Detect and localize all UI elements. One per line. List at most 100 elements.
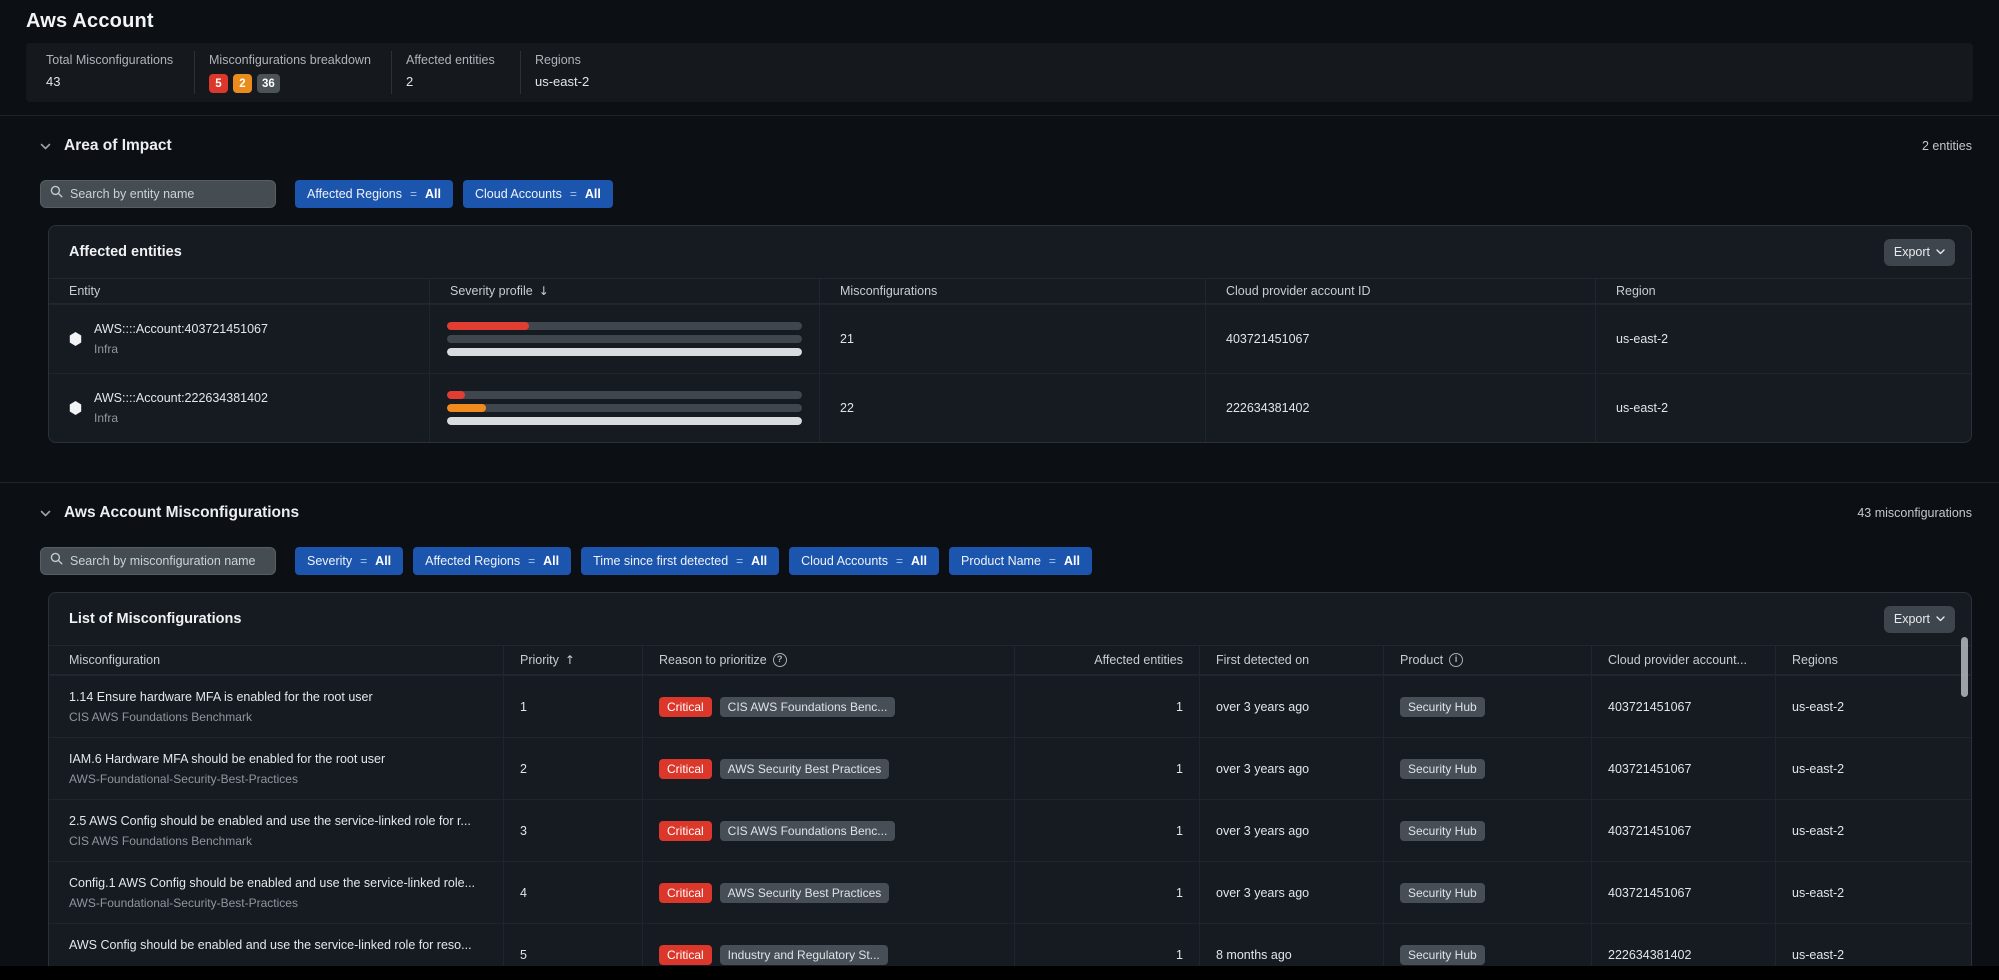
misconfiguration-search-input[interactable]: [70, 554, 266, 568]
severity-badge: Critical: [659, 759, 712, 779]
misconfiguration-row[interactable]: 2.5 AWS Config should be enabled and use…: [49, 799, 1971, 861]
column-cloud-provider-account-id: Cloud provider account ID: [1205, 279, 1595, 303]
affected-entities-cell: 1: [1014, 738, 1199, 799]
severity-badge: Critical: [659, 883, 712, 903]
search-icon: [50, 185, 63, 203]
entity-type: Infra: [94, 411, 268, 425]
account-id-cell: 403721451067: [1205, 305, 1595, 373]
entity-cell: AWS::::Account:403721451067 Infra: [49, 305, 429, 373]
severity-breakdown-badges: 5 2 36: [209, 74, 377, 93]
column-regions: Regions: [1775, 646, 1971, 674]
misconfiguration-name[interactable]: IAM.6 Hardware MFA should be enabled for…: [69, 752, 385, 766]
column-region: Region: [1595, 279, 1971, 303]
info-icon[interactable]: i: [1449, 653, 1463, 667]
product-badge: Security Hub: [1400, 821, 1485, 841]
framework-name: CIS AWS Foundations Benchmark: [69, 710, 373, 724]
framework-name: AWS-Foundational-Security-Best-Practices: [69, 896, 475, 910]
filter-pill[interactable]: Severity = All: [295, 547, 403, 575]
stat-affected-entities: Affected entities 2: [392, 43, 520, 102]
misconfiguration-search[interactable]: [40, 547, 276, 575]
product-badge: Security Hub: [1400, 945, 1485, 965]
stats-panel: Total Misconfigurations 43 Misconfigurat…: [26, 43, 1973, 102]
severity-badge: Critical: [659, 697, 712, 717]
filter-pill[interactable]: Cloud Accounts = All: [463, 180, 613, 208]
product-badge: Security Hub: [1400, 883, 1485, 903]
column-entity: Entity: [49, 279, 429, 303]
reason-badge: CIS AWS Foundations Benc...: [720, 821, 896, 841]
misconfigurations-count: 43 misconfigurations: [1857, 506, 1972, 520]
severity-count-badge: 36: [257, 74, 280, 93]
chevron-down-icon[interactable]: [40, 137, 51, 155]
severity-bars: [447, 322, 802, 356]
misconfiguration-name[interactable]: Config.1 AWS Config should be enabled an…: [69, 876, 475, 890]
entity-filters: Affected Regions = All Cloud Accounts = …: [295, 180, 613, 208]
export-button[interactable]: Export: [1884, 239, 1955, 266]
column-severity-profile[interactable]: Severity profile↓: [429, 279, 819, 303]
misconfiguration-cell: IAM.6 Hardware MFA should be enabled for…: [49, 738, 503, 799]
filter-pill[interactable]: Affected Regions = All: [295, 180, 453, 208]
entity-cell: AWS::::Account:222634381402 Infra: [49, 374, 429, 442]
stat-total-misconfigurations: Total Misconfigurations 43: [32, 43, 194, 102]
misconfiguration-name[interactable]: AWS Config should be enabled and use the…: [69, 938, 472, 952]
section-title: Aws Account Misconfigurations: [64, 504, 299, 522]
stat-label: Total Misconfigurations: [46, 53, 180, 67]
first-detected-cell: over 3 years ago: [1199, 676, 1383, 737]
section-header: Area of Impact 2 entities: [40, 137, 1972, 155]
misconfigurations-section: Aws Account Misconfigurations 43 misconf…: [0, 482, 1999, 980]
page-title: Aws Account: [0, 0, 1999, 33]
entity-type: Infra: [94, 342, 268, 356]
column-reason-to-prioritize: Reason to prioritize?: [642, 646, 1014, 674]
column-misconfiguration: Misconfiguration: [49, 646, 503, 674]
entity-search[interactable]: [40, 180, 276, 208]
entities-count: 2 entities: [1922, 139, 1972, 153]
filter-pill[interactable]: Cloud Accounts = All: [789, 547, 939, 575]
severity-profile-cell: [429, 374, 819, 442]
account-id-cell: 403721451067: [1591, 800, 1775, 861]
severity-count-badge: 2: [233, 74, 252, 93]
chevron-down-icon[interactable]: [40, 504, 51, 522]
misconfiguration-cell: 2.5 AWS Config should be enabled and use…: [49, 800, 503, 861]
misconfiguration-name[interactable]: 1.14 Ensure hardware MFA is enabled for …: [69, 690, 373, 704]
help-icon[interactable]: ?: [773, 653, 787, 667]
entity-search-input[interactable]: [70, 187, 266, 201]
column-affected-entities: Affected entities: [1014, 646, 1199, 674]
card-title: Affected entities: [69, 244, 182, 260]
misconfiguration-row[interactable]: IAM.6 Hardware MFA should be enabled for…: [49, 737, 1971, 799]
framework-name: CIS AWS Foundations Benchmark: [69, 834, 471, 848]
entity-name[interactable]: AWS::::Account:403721451067: [94, 322, 268, 336]
severity-badge: Critical: [659, 821, 712, 841]
severity-badge: Critical: [659, 945, 712, 965]
vertical-scrollbar-thumb[interactable]: [1961, 637, 1968, 697]
regions-cell: us-east-2: [1775, 738, 1971, 799]
entity-name[interactable]: AWS::::Account:222634381402: [94, 391, 268, 405]
area-of-impact-section: Area of Impact 2 entities Affected Regio…: [0, 115, 1999, 469]
sort-ascending-icon: ↑: [565, 653, 575, 667]
affected-entities-card: Affected entities Export Entity Severity…: [48, 225, 1972, 443]
entity-row[interactable]: AWS::::Account:403721451067 Infra 21 403…: [49, 304, 1971, 373]
misconfigurations-list-card: List of Misconfigurations Export Misconf…: [48, 592, 1972, 980]
column-priority[interactable]: Priority↑: [503, 646, 642, 674]
filter-pill[interactable]: Time since first detected = All: [581, 547, 779, 575]
product-badge: Security Hub: [1400, 759, 1485, 779]
reason-cell: Critical CIS AWS Foundations Benc...: [642, 800, 1014, 861]
affected-entities-cell: 1: [1014, 676, 1199, 737]
misconfiguration-row[interactable]: Config.1 AWS Config should be enabled an…: [49, 861, 1971, 923]
account-id-cell: 222634381402: [1205, 374, 1595, 442]
filter-pill[interactable]: Affected Regions = All: [413, 547, 571, 575]
misconfiguration-row[interactable]: 1.14 Ensure hardware MFA is enabled for …: [49, 675, 1971, 737]
regions-cell: us-east-2: [1775, 676, 1971, 737]
export-button[interactable]: Export: [1884, 606, 1955, 633]
misconfiguration-name[interactable]: 2.5 AWS Config should be enabled and use…: [69, 814, 471, 828]
priority-cell: 4: [503, 862, 642, 923]
chevron-down-icon: [1936, 616, 1945, 622]
misconfigurations-table-body: 1.14 Ensure hardware MFA is enabled for …: [49, 675, 1971, 980]
stat-regions: Regions us-east-2: [521, 43, 671, 102]
filter-pill[interactable]: Product Name = All: [949, 547, 1092, 575]
hexagon-entity-icon: [69, 332, 82, 346]
entity-row[interactable]: AWS::::Account:222634381402 Infra 22 222…: [49, 373, 1971, 442]
account-id-cell: 403721451067: [1591, 676, 1775, 737]
card-header: List of Misconfigurations Export: [49, 593, 1971, 645]
product-cell: Security Hub: [1383, 676, 1591, 737]
first-detected-cell: over 3 years ago: [1199, 862, 1383, 923]
stat-label: Misconfigurations breakdown: [209, 53, 377, 67]
